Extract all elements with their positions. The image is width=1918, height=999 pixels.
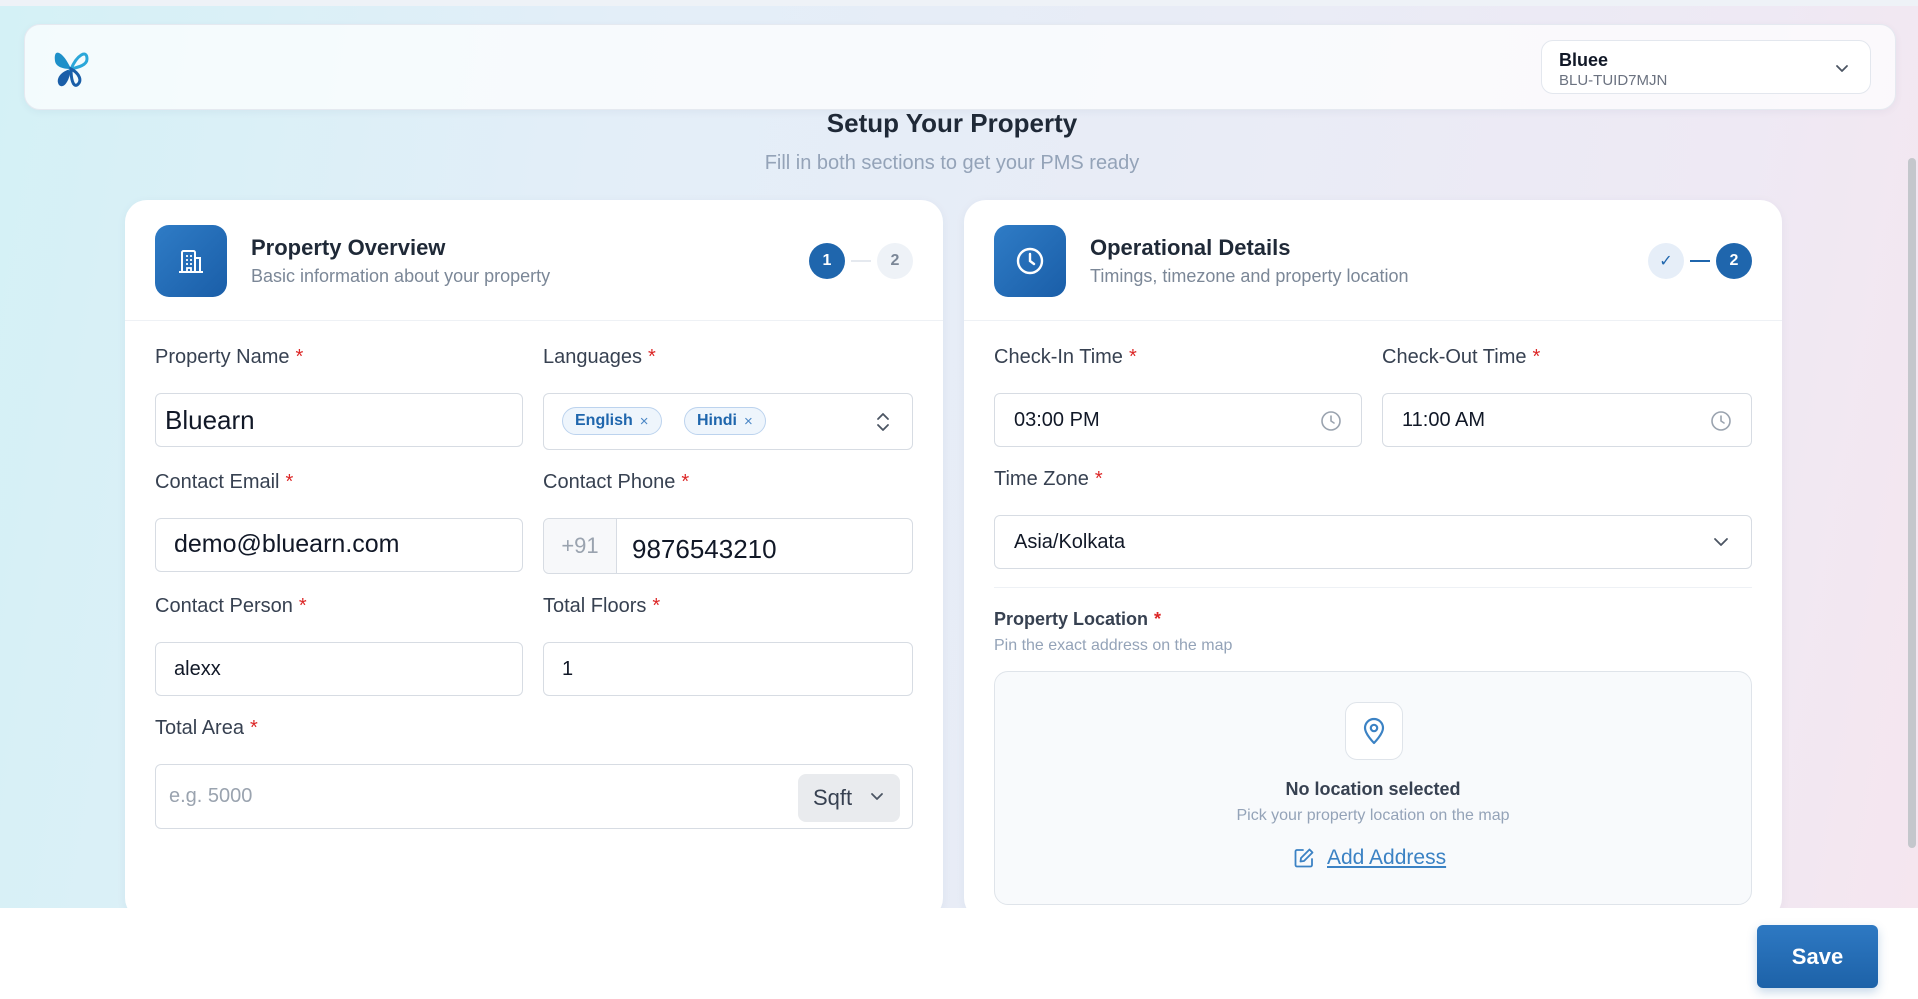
- languages-multiselect[interactable]: English × Hindi ×: [543, 393, 913, 450]
- country-code-prefix: +91: [544, 519, 617, 573]
- contact-person-input[interactable]: alexx: [155, 642, 523, 696]
- page-scrollbar[interactable]: [1904, 110, 1918, 908]
- app-header: Bluee BLU-TUID7MJN: [24, 24, 1896, 110]
- top-border: [0, 0, 1918, 6]
- step-connector: [851, 260, 871, 262]
- empty-location-title: No location selected: [1285, 779, 1461, 799]
- clock-icon[interactable]: [1709, 409, 1733, 433]
- close-icon[interactable]: ×: [640, 413, 649, 430]
- total-floors-label: Total Floors *: [543, 595, 661, 617]
- stepper: ✓ 2: [1648, 243, 1752, 279]
- page-title: Setup Your Property: [826, 108, 1078, 138]
- contact-email-input[interactable]: demo@bluearn.com: [155, 518, 523, 572]
- chevron-down-icon: [871, 793, 883, 800]
- card-title: Operational Details: [1090, 235, 1291, 260]
- check-out-time-input[interactable]: 11:00 AM: [1382, 393, 1752, 447]
- section-divider: [994, 587, 1752, 588]
- clock-icon: [994, 225, 1066, 297]
- card-header: Property Overview Basic information abou…: [125, 200, 943, 321]
- butterfly-logo-icon[interactable]: [51, 45, 93, 91]
- page-background: Bluee BLU-TUID7MJN Setup Your Property F…: [0, 0, 1918, 908]
- chevron-down-icon: [1836, 65, 1848, 72]
- step-2-pending[interactable]: 2: [877, 243, 913, 279]
- building-icon: [155, 225, 227, 297]
- card-title: Property Overview: [251, 235, 446, 260]
- step-connector: [1690, 260, 1710, 262]
- operational-details-card: Operational Details Timings, timezone an…: [964, 200, 1782, 908]
- account-switcher[interactable]: Bluee BLU-TUID7MJN: [1541, 40, 1871, 94]
- edit-icon: [1294, 848, 1314, 868]
- contact-phone-input[interactable]: +91 9876543210: [543, 518, 913, 574]
- close-icon[interactable]: ×: [744, 413, 753, 430]
- property-overview-card: Property Overview Basic information abou…: [125, 200, 943, 908]
- contact-phone-label: Contact Phone *: [543, 471, 690, 493]
- map-pin-icon: [1345, 702, 1403, 760]
- check-in-time-input[interactable]: 03:00 PM: [994, 393, 1362, 447]
- scrollbar-thumb[interactable]: [1908, 158, 1916, 848]
- empty-location-subtitle: Pick your property location on the map: [1236, 807, 1510, 824]
- property-name-label: Property Name *: [155, 346, 304, 368]
- add-address-link[interactable]: Add Address: [1293, 846, 1446, 870]
- total-floors-input[interactable]: 1: [543, 642, 913, 696]
- languages-label: Languages *: [543, 346, 656, 368]
- chevron-down-icon: [1714, 538, 1728, 546]
- stepper: 1 2: [809, 243, 913, 279]
- card-header: Operational Details Timings, timezone an…: [964, 200, 1782, 321]
- page-subtitle: Fill in both sections to get your PMS re…: [764, 152, 1140, 174]
- step-2-active[interactable]: 2: [1716, 243, 1752, 279]
- contact-person-label: Contact Person *: [155, 595, 307, 617]
- property-location-label: Property Location *: [994, 609, 1162, 629]
- account-code: BLU-TUID7MJN: [1559, 72, 1668, 89]
- total-area-label: Total Area *: [155, 717, 258, 739]
- step-1-active[interactable]: 1: [809, 243, 845, 279]
- time-zone-select[interactable]: Asia/Kolkata: [994, 515, 1752, 569]
- chevron-up-down-icon: [877, 413, 889, 431]
- language-chip: English ×: [562, 407, 662, 435]
- account-name: Bluee: [1559, 50, 1609, 70]
- save-button[interactable]: Save: [1757, 925, 1878, 988]
- check-out-label: Check-Out Time *: [1382, 346, 1541, 368]
- card-subtitle: Timings, timezone and property location: [1090, 266, 1409, 286]
- time-zone-label: Time Zone *: [994, 468, 1103, 490]
- check-icon[interactable]: ✓: [1648, 243, 1684, 279]
- property-location-hint: Pin the exact address on the map: [994, 637, 1233, 654]
- check-in-label: Check-In Time *: [994, 346, 1137, 368]
- total-area-input[interactable]: e.g. 5000 Sqft: [155, 764, 913, 829]
- card-subtitle: Basic information about your property: [251, 266, 551, 286]
- contact-email-label: Contact Email *: [155, 471, 294, 493]
- language-chip: Hindi ×: [684, 407, 766, 435]
- property-name-input[interactable]: Bluearn: [155, 393, 523, 447]
- area-unit-select[interactable]: Sqft: [798, 774, 900, 822]
- clock-icon[interactable]: [1319, 409, 1343, 433]
- location-picker[interactable]: No location selected Pick your property …: [994, 671, 1752, 905]
